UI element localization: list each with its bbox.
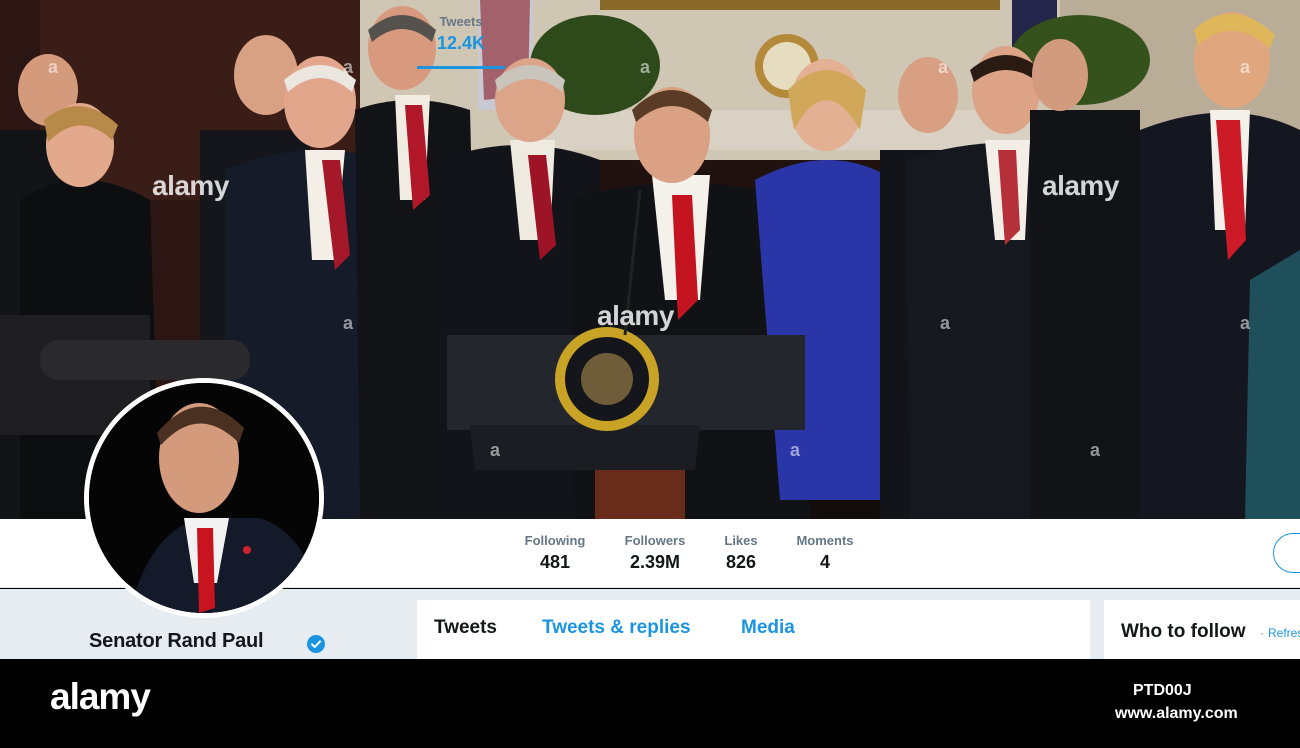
profile-avatar[interactable]: [84, 378, 324, 618]
nav-following-count: 481: [539, 552, 571, 572]
watermark: a: [940, 313, 951, 333]
watermark: a: [1240, 57, 1251, 77]
watermark: alamy: [1042, 170, 1119, 201]
nav-followers-label: Followers: [624, 533, 686, 548]
nav-likes-label: Likes: [724, 533, 758, 548]
watermark: a: [1090, 440, 1101, 460]
watermark: a: [640, 57, 651, 77]
who-to-follow-title: Who to follow: [1121, 621, 1246, 642]
nav-tweets[interactable]: Tweets 12.4K: [417, 0, 505, 69]
nav-tweets-label: Tweets: [439, 14, 483, 29]
profile-name[interactable]: Senator Rand Paul: [89, 630, 264, 653]
nav-moments[interactable]: Moments 4: [788, 519, 862, 588]
watermark: a: [48, 57, 59, 77]
who-to-follow-refresh[interactable]: Refresh: [1268, 626, 1300, 640]
nav-followers-count: 2.39M: [629, 552, 681, 572]
watermark: alamy: [152, 170, 229, 201]
refresh-clip: Refresh: [1268, 620, 1300, 644]
watermark: a: [343, 313, 354, 333]
watermark: a: [938, 57, 949, 77]
nav-moments-label: Moments: [796, 533, 854, 548]
nav-following-label: Following: [524, 533, 586, 548]
nav-likes[interactable]: Likes 826: [716, 519, 766, 588]
tab-tweets[interactable]: Tweets: [434, 617, 497, 639]
who-to-follow-separator: ·: [1260, 626, 1264, 640]
avatar-photo: [89, 383, 319, 613]
nav-likes-count: 826: [725, 552, 757, 572]
nav-followers[interactable]: Followers 2.39M: [615, 519, 695, 588]
alamy-logo: alamy: [50, 676, 151, 717]
nav-moments-count: 4: [819, 552, 830, 572]
watermark: a: [1240, 313, 1251, 333]
nav-following[interactable]: Following 481: [515, 519, 595, 588]
nav-tweets-count: 12.4K: [436, 33, 486, 53]
watermark: a: [790, 440, 801, 460]
avatar-portrait: [89, 383, 319, 613]
stock-footer: [0, 659, 1300, 748]
watermark: a: [490, 440, 501, 460]
alamy-url: www.alamy.com: [1115, 705, 1238, 722]
tab-tweets-replies[interactable]: Tweets & replies: [542, 617, 691, 639]
tab-media[interactable]: Media: [741, 617, 795, 639]
watermark: a: [343, 57, 354, 77]
image-id: PTD00J: [1133, 682, 1192, 699]
watermark: alamy: [597, 300, 674, 331]
verified-badge-icon: [307, 635, 325, 653]
